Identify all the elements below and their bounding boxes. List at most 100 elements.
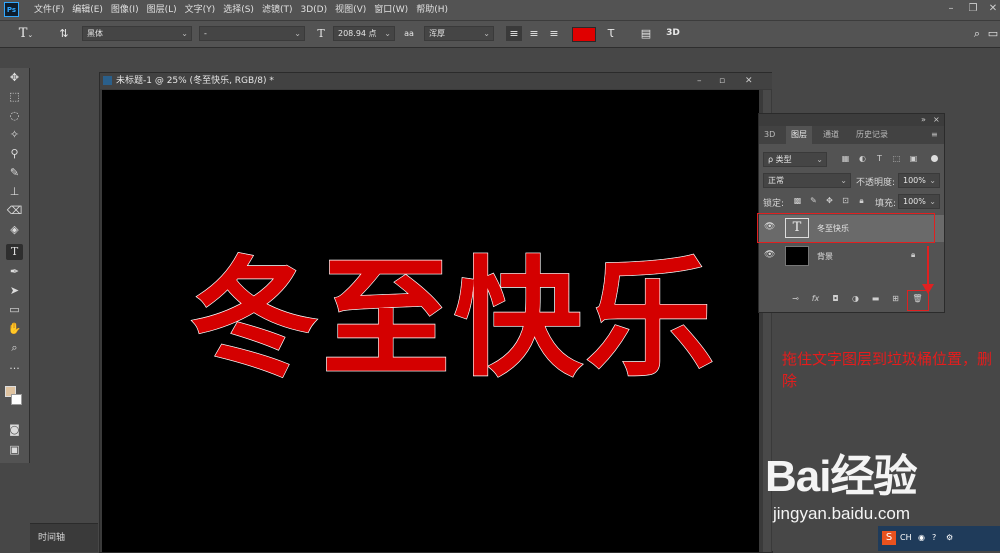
opacity-input[interactable]: 100% ⌄: [898, 173, 940, 188]
menu-select[interactable]: 选择(S): [223, 0, 262, 20]
menu-image[interactable]: 图像(I): [111, 0, 147, 20]
background-color-swatch[interactable]: [11, 394, 22, 405]
more-tools-icon[interactable]: ···: [6, 361, 23, 377]
chevron-down-icon: ⌄: [929, 176, 936, 185]
workspace-icon[interactable]: ▭: [986, 26, 1000, 41]
font-style-select[interactable]: - ⌄: [199, 26, 305, 41]
menu-edit[interactable]: 编辑(E): [72, 0, 111, 20]
link-icon[interactable]: ⊸: [789, 292, 802, 306]
adjustment-icon[interactable]: ◑: [849, 292, 862, 306]
font-size-select[interactable]: 208.94 点 ⌄: [333, 26, 395, 41]
eyedropper-icon[interactable]: ⚲: [6, 146, 23, 162]
document-tab[interactable]: 未标题-1 @ 25% (冬至快乐, RGB/8) * – ▫ ✕: [100, 73, 772, 89]
panel-header[interactable]: » ×: [759, 114, 944, 126]
filter-type-select[interactable]: ρ 类型 ⌄: [763, 152, 827, 167]
restore-icon[interactable]: ❐: [966, 3, 980, 15]
filter-adjust-icon[interactable]: ◐: [856, 152, 869, 166]
eraser-tool-icon[interactable]: ⌫: [6, 203, 23, 219]
new-layer-icon[interactable]: ⊞: [889, 292, 902, 306]
menu-items: 文件(F) 编辑(E) 图像(I) 图层(L) 文字(Y) 选择(S) 滤镜(T…: [34, 0, 456, 20]
close-icon[interactable]: ×: [933, 114, 940, 126]
fill-input[interactable]: 100% ⌄: [898, 194, 940, 209]
filter-shape-icon[interactable]: ⬚: [890, 152, 903, 166]
tab-layers[interactable]: 图层: [786, 126, 812, 144]
type-tool-icon[interactable]: T⌄: [14, 26, 38, 41]
arrow-shaft: [927, 246, 929, 288]
ime-icon[interactable]: S: [882, 531, 896, 545]
brush-tool-icon[interactable]: ✎: [6, 165, 23, 181]
settings-icon[interactable]: ⚙: [946, 533, 953, 542]
lock-all-icon[interactable]: 🔒︎: [855, 194, 868, 208]
filter-type-icon[interactable]: T: [873, 152, 886, 166]
minimize-icon[interactable]: –: [697, 73, 702, 89]
minimize-icon[interactable]: –: [944, 3, 958, 15]
align-right-icon[interactable]: ≡: [546, 26, 562, 41]
language-indicator[interactable]: CH: [900, 533, 912, 542]
3d-button[interactable]: 3D: [664, 26, 682, 41]
tray-icon[interactable]: ◉: [918, 533, 925, 542]
menu-window[interactable]: 窗口(W): [374, 0, 416, 20]
layer-name: 背景: [817, 252, 833, 261]
menu-filter[interactable]: 滤镜(T): [262, 0, 301, 20]
type-tool-icon[interactable]: T: [6, 244, 23, 260]
restore-icon[interactable]: ▫: [719, 73, 725, 89]
lock-artboard-icon[interactable]: ⊡: [839, 194, 852, 208]
quick-mask-icon[interactable]: ◙: [6, 422, 23, 438]
font-size-icon: T: [317, 27, 325, 40]
menu-file[interactable]: 文件(F): [34, 0, 72, 20]
chevron-down-icon: ⌄: [294, 29, 301, 38]
font-family-value: 黑体: [87, 29, 103, 38]
menu-type[interactable]: 文字(Y): [185, 0, 224, 20]
font-family-select[interactable]: 黑体 ⌄: [82, 26, 192, 41]
move-tool-icon[interactable]: ✥: [6, 70, 23, 86]
layer-row-background[interactable]: 👁︎ 背景 🔒︎: [759, 243, 944, 270]
lock-image-icon[interactable]: ✎: [807, 194, 820, 208]
canvas-text-layer[interactable]: 冬至快乐: [189, 249, 718, 391]
warp-text-icon[interactable]: Ꚍ: [603, 26, 619, 41]
eye-icon[interactable]: 👁︎: [764, 250, 776, 262]
close-icon[interactable]: ✕: [745, 73, 753, 89]
collapse-icon[interactable]: »: [921, 114, 926, 126]
tab-history[interactable]: 历史记录: [851, 126, 893, 144]
menu-view[interactable]: 视图(V): [335, 0, 374, 20]
stamp-tool-icon[interactable]: ⊥: [6, 184, 23, 200]
marquee-tool-icon[interactable]: ⬚: [6, 89, 23, 105]
lock-transparent-icon[interactable]: ▩: [791, 194, 804, 208]
filter-toggle[interactable]: [931, 155, 938, 162]
opacity-value: 100%: [903, 176, 926, 185]
zoom-tool-icon[interactable]: ⌕: [6, 340, 23, 356]
character-panel-icon[interactable]: ▤: [638, 26, 654, 41]
close-icon[interactable]: ✕: [986, 3, 1000, 15]
timeline-panel[interactable]: 时间轴: [30, 523, 98, 552]
lasso-tool-icon[interactable]: ◌: [6, 108, 23, 124]
mask-icon[interactable]: ◘: [829, 292, 842, 306]
shape-tool-icon[interactable]: ▭: [6, 302, 23, 318]
fx-icon[interactable]: fx: [809, 292, 822, 306]
tab-channels[interactable]: 通道: [818, 126, 844, 144]
screen-mode-icon[interactable]: ▣: [6, 442, 23, 458]
text-orientation-icon[interactable]: ⇅: [56, 26, 72, 41]
folder-icon[interactable]: ▬: [869, 292, 882, 306]
filter-pixel-icon[interactable]: ▦: [839, 152, 852, 166]
help-icon[interactable]: ?: [932, 533, 936, 542]
magic-wand-icon[interactable]: ✧: [6, 127, 23, 143]
pen-tool-icon[interactable]: ✒: [6, 264, 23, 280]
align-left-icon[interactable]: ≡: [506, 26, 522, 41]
menu-3d[interactable]: 3D(D): [300, 0, 335, 20]
hand-tool-icon[interactable]: ✋: [6, 321, 23, 337]
text-color-swatch[interactable]: [572, 27, 596, 42]
align-center-icon[interactable]: ≡: [526, 26, 542, 41]
path-select-icon[interactable]: ➤: [6, 283, 23, 299]
filter-row: ρ 类型 ⌄ ▦ ◐ T ⬚ ▣: [759, 152, 944, 168]
menu-help[interactable]: 帮助(H): [416, 0, 456, 20]
menu-layer[interactable]: 图层(L): [147, 0, 185, 20]
panel-menu-icon[interactable]: ≡: [926, 126, 943, 144]
filter-smart-icon[interactable]: ▣: [907, 152, 920, 166]
canvas[interactable]: 冬至快乐: [102, 90, 759, 552]
blend-mode-select[interactable]: 正常 ⌄: [763, 173, 851, 188]
search-icon[interactable]: ⌕: [970, 26, 984, 41]
antialias-select[interactable]: 浑厚 ⌄: [424, 26, 494, 41]
paint-bucket-icon[interactable]: ◈: [6, 222, 23, 238]
lock-position-icon[interactable]: ✥: [823, 194, 836, 208]
tab-3d[interactable]: 3D: [759, 126, 780, 144]
